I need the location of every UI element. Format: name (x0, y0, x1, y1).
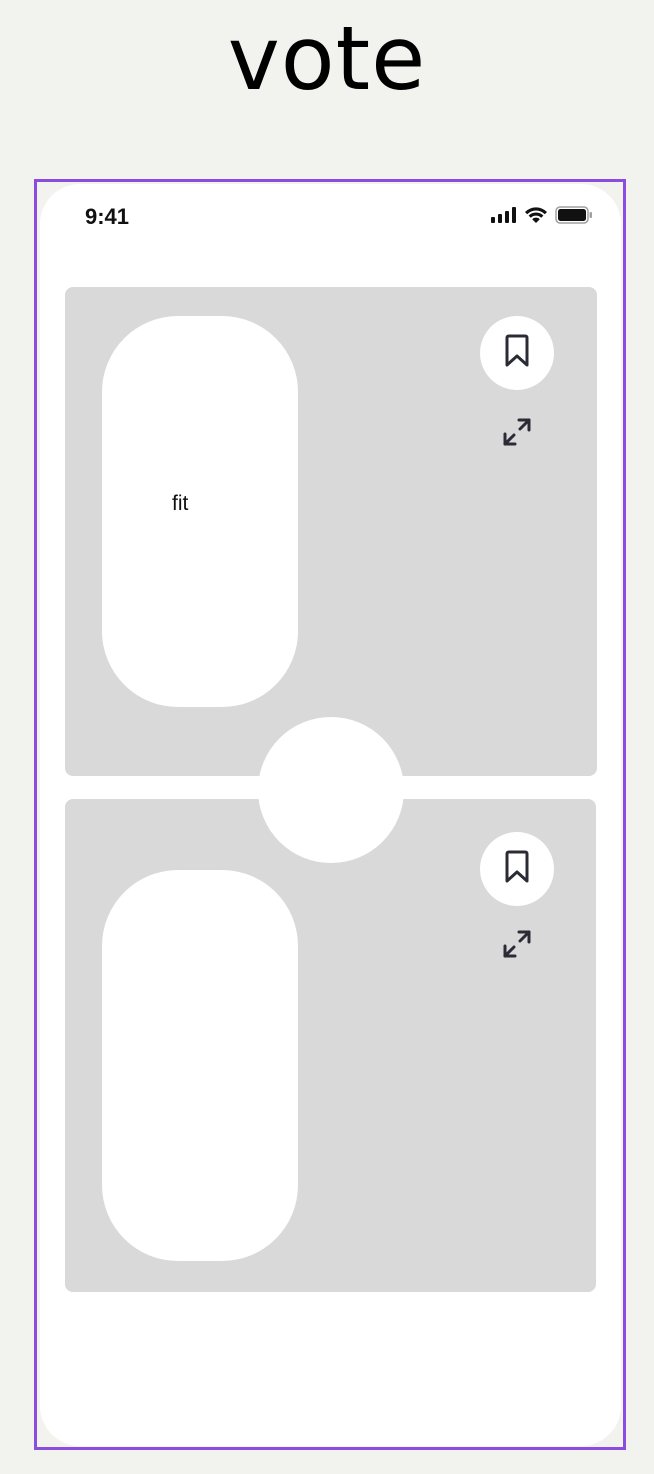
phone-screen: 9:41 fit (40, 184, 621, 1446)
expand-button[interactable] (499, 416, 535, 452)
bookmark-icon (502, 334, 532, 373)
option-image-placeholder[interactable] (102, 870, 298, 1261)
page-title: vote (227, 7, 427, 110)
status-icons (491, 205, 593, 229)
page: vote 9:41 fit (0, 0, 654, 1474)
option-label: fit (172, 492, 189, 515)
vote-divider-circle[interactable] (258, 717, 404, 863)
bookmark-button[interactable] (480, 316, 554, 390)
cellular-signal-icon (491, 206, 517, 228)
expand-icon (501, 928, 533, 965)
wifi-icon (524, 206, 548, 229)
bookmark-button[interactable] (480, 832, 554, 906)
expand-icon (501, 416, 533, 453)
battery-icon (555, 205, 593, 229)
bookmark-icon (502, 850, 532, 889)
vote-option-card-1[interactable]: fit (65, 287, 597, 776)
status-time: 9:41 (85, 204, 130, 229)
expand-button[interactable] (499, 928, 535, 964)
vote-option-card-2[interactable] (65, 799, 596, 1292)
status-bar: 9:41 (40, 184, 621, 250)
option-image-placeholder[interactable]: fit (102, 316, 298, 707)
